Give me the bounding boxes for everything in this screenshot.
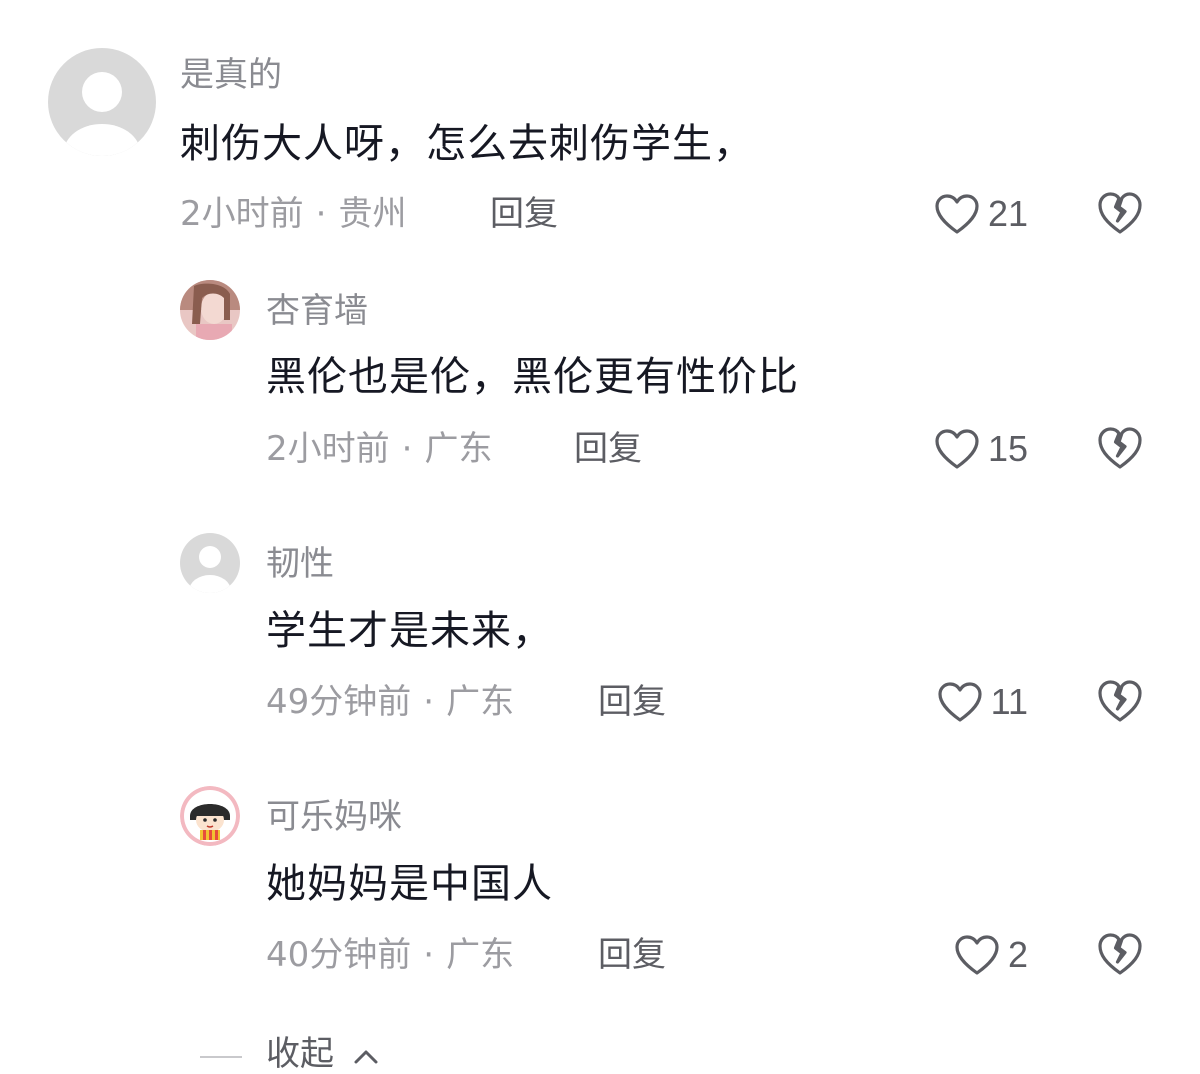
collapse-label: 收起 [266,1034,334,1074]
heart-outline-icon [935,194,979,234]
broken-heart-icon [1098,427,1142,469]
like-button[interactable]: 21 [934,190,1028,238]
reply-button[interactable]: 回复 [598,935,666,975]
avatar[interactable] [180,280,240,340]
comment-username[interactable]: 是真的 [180,55,282,95]
comment-meta: 2小时前 · 贵州 [180,194,406,234]
divider-line [200,1056,242,1058]
chevron-up-icon [354,1050,378,1064]
comment-location: 广东 [424,429,493,469]
comment-text: 刺伤大人呀，怎么去刺伤学生， [180,121,754,167]
avatar[interactable] [180,786,240,846]
default-avatar-icon [180,533,240,593]
heart-outline-icon [955,935,999,975]
broken-heart-icon [1098,933,1142,975]
comment-username[interactable]: 韧性 [266,544,334,584]
like-button[interactable]: 15 [934,425,1028,473]
meta-separator: · [315,194,327,234]
collapse-replies-button[interactable]: 收起 [180,1030,580,1074]
dislike-button[interactable] [1096,425,1144,473]
meta-separator: · [423,682,435,722]
like-count: 21 [987,193,1028,234]
comment-location: 贵州 [338,194,407,234]
heart-outline-icon [935,429,979,469]
meta-separator: · [423,935,435,975]
meta-separator: · [401,429,413,469]
comment-time: 49分钟前 [266,682,412,722]
broken-heart-icon [1098,680,1142,722]
dislike-button[interactable] [1096,678,1144,726]
comment-meta: 2小时前 · 广东 [266,429,492,469]
avatar[interactable] [48,48,156,156]
dislike-button[interactable] [1096,931,1144,979]
default-avatar-icon [48,48,156,156]
reply-button[interactable]: 回复 [598,682,666,722]
like-count: 11 [990,681,1028,722]
comment-location: 广东 [446,935,515,975]
broken-heart-icon [1098,192,1142,234]
user-photo-avatar [180,280,240,340]
comment-text: 她妈妈是中国人 [266,861,553,907]
dislike-button[interactable] [1096,190,1144,238]
comment-meta: 40分钟前 · 广东 [266,935,514,975]
like-button[interactable]: 2 [954,931,1028,979]
like-button[interactable]: 11 [937,678,1028,726]
like-count: 15 [987,428,1028,469]
like-count: 2 [1007,934,1028,975]
comment-username[interactable]: 杏育墙 [266,291,368,331]
comment-time: 2小时前 [266,429,390,469]
avatar[interactable] [180,533,240,593]
comment-meta: 49分钟前 · 广东 [266,682,514,722]
comment-location: 广东 [446,682,515,722]
comment-text: 黑伦也是伦，黑伦更有性价比 [266,354,799,400]
cartoon-girl-avatar [180,786,240,846]
heart-outline-icon [938,682,982,722]
comment-time: 2小时前 [180,194,304,234]
reply-button[interactable]: 回复 [490,194,558,234]
reply-button[interactable]: 回复 [574,429,642,469]
comment-text: 学生才是未来， [266,608,553,654]
comment-time: 40分钟前 [266,935,412,975]
comment-username[interactable]: 可乐妈咪 [266,797,402,837]
